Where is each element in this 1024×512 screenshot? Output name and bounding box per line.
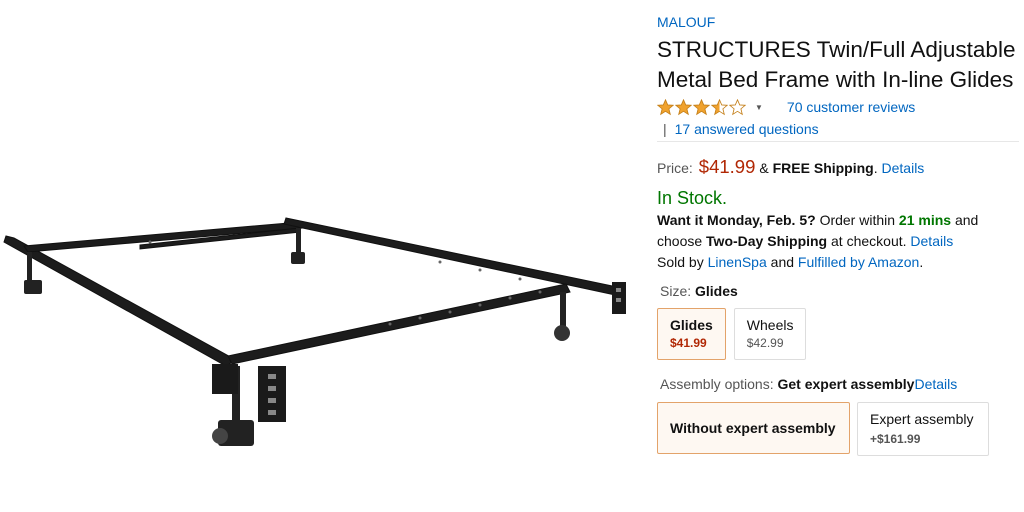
- delivery-date: Want it Monday, Feb. 5?: [657, 212, 816, 228]
- assembly-details-link[interactable]: Details: [914, 376, 957, 392]
- two-day-shipping: Two-Day Shipping: [706, 233, 828, 249]
- period: .: [919, 254, 924, 270]
- chevron-down-icon[interactable]: ▼: [755, 103, 763, 112]
- answered-questions-link[interactable]: 17 answered questions: [675, 121, 819, 137]
- stock-status: In Stock.: [657, 188, 728, 208]
- price-value: $41.99: [698, 156, 756, 177]
- price-amp: &: [759, 160, 769, 176]
- without-expert-assembly-option[interactable]: Without expert assembly: [657, 402, 850, 454]
- and-text-2: and: [770, 254, 795, 270]
- and-text: and: [954, 212, 979, 228]
- fulfilled-by-amazon-link[interactable]: Fulfilled by Amazon: [798, 254, 919, 270]
- qa-row: | 17 answered questions: [657, 119, 1019, 142]
- assembly-options: Without expert assembly Expert assembly …: [657, 402, 1017, 456]
- at-checkout-text: at checkout.: [831, 233, 907, 249]
- product-image[interactable]: [0, 0, 640, 507]
- assembly-selector-label: Assembly options: Get expert assemblyDet…: [660, 376, 1017, 392]
- free-shipping-label: FREE Shipping: [772, 160, 874, 176]
- order-within-text: Order within: [819, 212, 896, 228]
- star-full-icon: [657, 98, 674, 115]
- option-price: +$161.99: [870, 432, 921, 446]
- swatch-name: Wheels: [746, 317, 794, 333]
- product-details: MALOUF STRUCTURES Twin/Full Adjustable M…: [657, 10, 1019, 456]
- delivery-info: Want it Monday, Feb. 5? Order within 21 …: [657, 210, 1017, 273]
- brand-link[interactable]: MALOUF: [657, 14, 1017, 30]
- size-label: Size:: [660, 283, 692, 299]
- separator: |: [663, 121, 667, 137]
- option-name: Expert assembly: [870, 411, 974, 427]
- size-swatches: Glides $41.99 Wheels $42.99: [657, 308, 1017, 360]
- size-selector-label: Size: Glides: [660, 283, 1017, 299]
- size-option-glides[interactable]: Glides $41.99: [657, 308, 726, 360]
- star-empty-icon: [729, 98, 746, 115]
- star-full-icon: [675, 98, 692, 115]
- bed-frame-image: [3, 217, 626, 446]
- product-title: STRUCTURES Twin/Full Adjustable Metal Be…: [657, 37, 1016, 92]
- price-dot: .: [873, 160, 878, 176]
- size-selected-value: Glides: [695, 283, 738, 299]
- price-label: Price:: [657, 160, 693, 176]
- star-half-icon: [711, 98, 728, 115]
- option-name: Without expert assembly: [670, 420, 836, 436]
- swatch-price: $42.99: [746, 336, 784, 350]
- swatch-name: Glides: [670, 317, 713, 333]
- size-option-wheels[interactable]: Wheels $42.99: [733, 308, 807, 360]
- star-rating[interactable]: [657, 98, 747, 116]
- countdown: 21 mins: [898, 212, 952, 228]
- expert-assembly-option[interactable]: Expert assembly +$161.99: [857, 402, 989, 456]
- sold-by-text: Sold by: [657, 254, 704, 270]
- shipping-details-link[interactable]: Details: [882, 160, 925, 176]
- star-full-icon: [693, 98, 710, 115]
- delivery-details-link[interactable]: Details: [910, 233, 953, 249]
- assembly-label: Assembly options:: [660, 376, 774, 392]
- swatch-price: $41.99: [670, 336, 707, 350]
- price-row: Price: $41.99 & FREE Shipping. Details: [657, 156, 1017, 178]
- seller-link[interactable]: LinenSpa: [708, 254, 767, 270]
- rating-row: ▼ 70 customer reviews: [657, 97, 1017, 117]
- choose-text: choose: [657, 233, 703, 249]
- customer-reviews-link[interactable]: 70 customer reviews: [787, 99, 915, 115]
- assembly-selected-value: Get expert assembly: [777, 376, 915, 392]
